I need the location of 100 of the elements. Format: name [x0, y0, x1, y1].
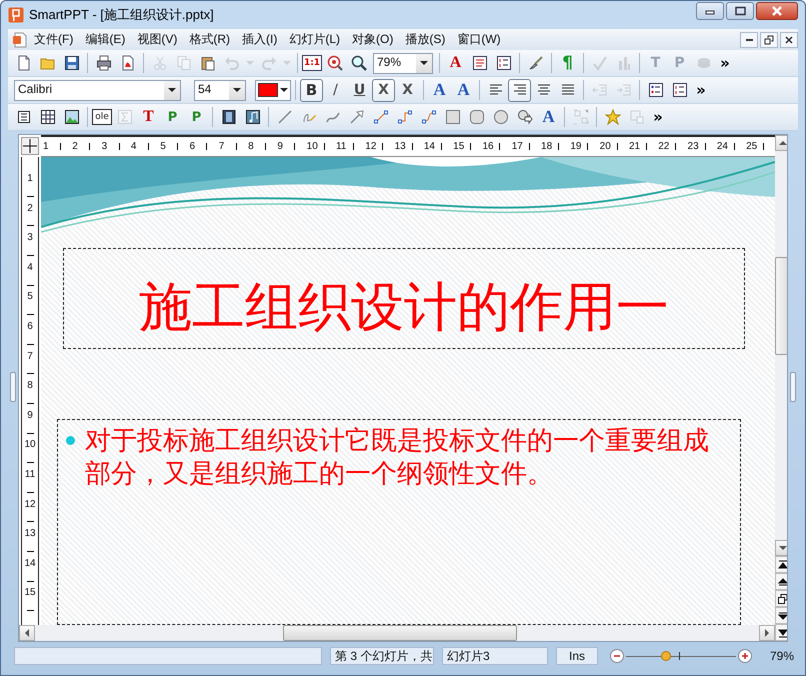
up-icon	[777, 576, 787, 588]
text-frame-button[interactable]: T	[137, 106, 160, 128]
shapes-icon	[516, 109, 532, 125]
zoom-dropdown[interactable]: 79%	[373, 52, 433, 74]
bold-button[interactable]: B	[300, 78, 323, 102]
caret-icon	[420, 61, 428, 65]
maximize-button[interactable]	[726, 2, 754, 20]
close-button[interactable]	[780, 32, 798, 48]
overflow-button[interactable]: »	[649, 106, 667, 128]
ruler-number: 10	[24, 439, 36, 450]
actual-size-button[interactable]: 1:1	[302, 55, 322, 71]
film-icon	[220, 109, 236, 125]
scroll-right-button[interactable]	[759, 625, 775, 641]
ruler-number: 15	[24, 587, 36, 598]
menu-item[interactable]: 格式(R)	[183, 29, 236, 50]
shrink-font-button[interactable]: A	[452, 78, 475, 102]
ruler-number: 24	[716, 141, 728, 152]
ruler-number: 8	[27, 380, 33, 392]
numbered-list-icon	[672, 82, 688, 98]
ellipse-icon	[492, 109, 508, 125]
ruler-number: 4	[130, 141, 136, 152]
italic-button[interactable]: /	[324, 78, 347, 102]
placeholder-button[interactable]: P	[161, 106, 184, 128]
font-size-dropdown[interactable]: 54	[194, 80, 246, 100]
splitter-handle[interactable]	[10, 372, 16, 402]
slide-name: 幻灯片3	[442, 647, 548, 665]
placeholder-button[interactable]: P	[185, 106, 208, 128]
maximize-icon	[733, 5, 747, 17]
title-placeholder[interactable]: 施工组织设计的作用一	[63, 248, 745, 349]
minimize-button[interactable]	[740, 32, 758, 48]
next-slide-button[interactable]	[775, 607, 787, 624]
scroll-left-button[interactable]	[19, 625, 35, 641]
scroll-thumb[interactable]	[283, 625, 517, 641]
paragraph-icon	[472, 55, 488, 71]
ruler-number: 15	[453, 141, 464, 152]
strikethrough-button[interactable]: X	[372, 78, 395, 102]
zoom-in-button[interactable]	[738, 649, 752, 663]
slide-list-button[interactable]	[775, 590, 787, 607]
ruler-number: 12	[365, 141, 376, 152]
menu-item[interactable]: 插入(I)	[236, 29, 284, 50]
last-slide-button[interactable]	[775, 624, 787, 641]
ruler-number: 14	[24, 558, 36, 569]
undo-icon	[224, 55, 240, 71]
ruler-number: 9	[27, 410, 33, 421]
bullet-text: 对于投标施工组织设计它既是投标文件的一个重要组成部分，又是组织施工的一个纲领性文件。	[85, 424, 710, 490]
font-frame-button[interactable]: A	[444, 52, 467, 74]
wordart-button[interactable]: A	[537, 106, 560, 128]
scroll-up-button[interactable]	[775, 135, 787, 151]
close-button[interactable]	[756, 2, 798, 20]
overflow-button[interactable]: »	[692, 78, 710, 102]
align-right-button[interactable]	[508, 78, 531, 102]
menu-item[interactable]: 播放(S)	[399, 29, 452, 50]
save-icon	[64, 55, 80, 71]
ruler-number: 1	[27, 173, 33, 184]
ruler-number: 22	[658, 141, 670, 152]
underline-button[interactable]: U	[348, 78, 371, 102]
text-box-icon	[16, 109, 32, 125]
line-icon	[276, 109, 292, 125]
scroll-down-button[interactable]	[775, 540, 787, 556]
restore-button[interactable]	[760, 32, 778, 48]
ole-object-button[interactable]: ole	[92, 109, 112, 125]
minimize-button[interactable]	[696, 2, 724, 20]
menu-item[interactable]: 编辑(E)	[79, 29, 132, 50]
menu-item[interactable]: 幻灯片(L)	[283, 29, 346, 50]
minimize-icon	[746, 38, 752, 40]
grow-font-button[interactable]: A	[428, 78, 451, 102]
caret-icon	[246, 61, 254, 65]
ruler-corner-button[interactable]	[21, 137, 39, 155]
document-icon	[12, 32, 28, 48]
menu-item[interactable]: 文件(F)	[28, 29, 80, 50]
star-icon	[604, 109, 620, 125]
image-icon	[64, 109, 80, 125]
zoom-out-button[interactable]	[610, 649, 624, 663]
superscript-button[interactable]: X	[396, 78, 419, 102]
ruler-number: 19	[570, 141, 582, 152]
pdf-icon	[120, 55, 136, 71]
zoom-slider-thumb[interactable]	[660, 651, 671, 661]
brush-icon	[528, 55, 544, 71]
new-file-icon	[16, 55, 32, 71]
scissors-icon	[152, 55, 168, 71]
ruler-number: 11	[24, 468, 36, 480]
overflow-button[interactable]: »	[716, 52, 734, 74]
restore-icon	[763, 34, 775, 46]
menu-item[interactable]: 视图(V)	[131, 29, 184, 50]
scroll-thumb[interactable]	[775, 257, 787, 355]
up-arrow-icon	[779, 141, 787, 145]
menu-item[interactable]: 窗口(W)	[451, 29, 507, 50]
ruler-number: 5	[160, 141, 166, 152]
ruler-number: 11	[336, 141, 346, 152]
splitter-handle[interactable]	[790, 372, 796, 402]
ruler-number: 25	[746, 141, 758, 152]
ruler-number: 14	[424, 141, 435, 152]
previous-slide-button[interactable]	[775, 573, 787, 590]
bullet-dot	[66, 436, 75, 445]
print-icon	[96, 55, 112, 71]
font-color-picker[interactable]	[255, 80, 291, 100]
copy-icon	[176, 55, 192, 71]
font-dropdown[interactable]: Calibri	[14, 80, 181, 100]
menu-item[interactable]: 对象(O)	[346, 29, 400, 50]
first-slide-button[interactable]	[775, 556, 787, 573]
